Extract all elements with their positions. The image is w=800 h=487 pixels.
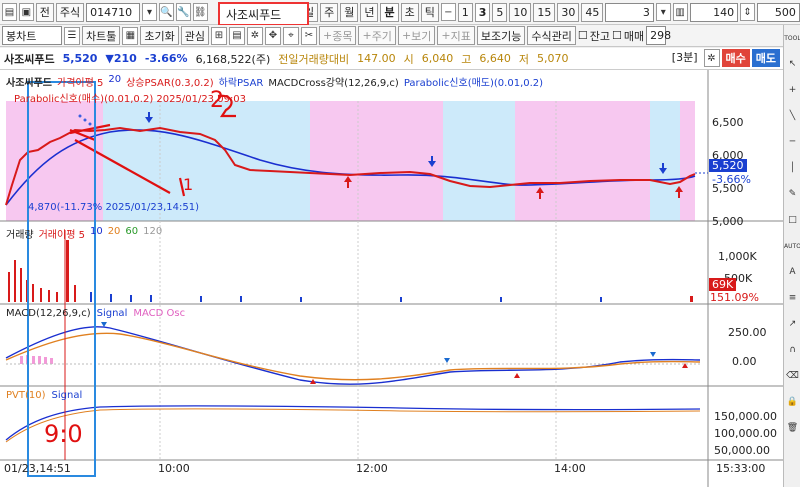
trash-icon[interactable]: 🗑 xyxy=(784,415,800,441)
list-icon[interactable]: ☰ xyxy=(64,26,80,45)
market-tab-stock[interactable]: 주식 xyxy=(55,2,85,22)
second-toolbar: 봉차트 ☰ 차트툴 ▦ 초기화 관심 ⊞ ▤ ✲ ✥ ⌖ ✂ + 종목 + 주기 +… xyxy=(0,25,800,47)
market-tab-jeon[interactable]: 전 xyxy=(35,2,54,22)
current-price: 5,520 xyxy=(62,52,98,65)
price-change: ▼210 xyxy=(105,52,137,65)
stepper-icon[interactable]: ⇕ xyxy=(740,3,755,21)
grid-icon[interactable]: ▦ xyxy=(122,26,139,45)
buy-button[interactable]: 매수 xyxy=(721,49,750,67)
lock-icon[interactable]: 🔒 xyxy=(784,389,800,415)
auto-icon[interactable]: AUTO xyxy=(784,233,800,259)
interval-45[interactable]: 45 xyxy=(581,2,604,22)
janko-checkbox[interactable]: ☐ 잔고 xyxy=(578,28,610,44)
stock-name: 사조씨푸드 xyxy=(4,52,55,66)
tool-icon[interactable]: TOOL xyxy=(784,25,800,51)
top-toolbar: ▤ ▣ 전 주식 014710 ▾ 🔍 🔧 ⛓ 일 주 월 년 분 초 틱 − … xyxy=(0,0,800,25)
formula-button[interactable]: 수식관리 xyxy=(527,26,576,45)
volume: 6,168,522(주) xyxy=(195,52,271,66)
search-icon[interactable]: 🔍 xyxy=(159,3,174,21)
period-second[interactable]: 초 xyxy=(400,2,419,22)
indicator-button[interactable]: + 지표 xyxy=(437,26,475,45)
dropdown-icon[interactable]: ▾ xyxy=(142,3,157,21)
prev-volume: 147.00 xyxy=(357,52,396,65)
aux-function-button[interactable]: 보조기능 xyxy=(476,26,526,45)
chevron-down-icon[interactable]: ▾ xyxy=(655,3,671,21)
cross-icon[interactable]: + xyxy=(784,77,800,103)
hline-icon[interactable]: ─ xyxy=(784,129,800,155)
interval-30[interactable]: 30 xyxy=(557,2,580,22)
zoom-input[interactable]: 500 xyxy=(756,2,800,22)
pen-icon[interactable]: ✎ xyxy=(784,181,800,207)
period-year[interactable]: 년 xyxy=(360,2,379,22)
arrow-icon[interactable]: ↗ xyxy=(784,311,800,337)
move-icon[interactable]: ✥ xyxy=(265,26,281,45)
chart-type-icon[interactable]: ▥ xyxy=(672,3,688,21)
high-label: 고 xyxy=(461,52,472,66)
interval-5[interactable]: 5 xyxy=(492,2,508,22)
settings-icon[interactable]: ✲ xyxy=(247,26,263,45)
gear-icon[interactable]: ✲ xyxy=(703,49,720,67)
scissors-icon[interactable]: ✂ xyxy=(301,26,317,45)
eraser-icon[interactable]: ⌫ xyxy=(784,363,800,389)
chart-area[interactable] xyxy=(0,70,783,487)
right-toolbar: TOOL ↖ + ╲ ─ │ ✎ □ AUTO A ≡ ↗ ∩ ⌫ 🔒 🗑 xyxy=(783,25,800,487)
low-label: 저 xyxy=(518,52,529,66)
watch-button[interactable]: 관심 xyxy=(180,26,209,45)
period-month[interactable]: 월 xyxy=(340,2,359,22)
price-change-pct: -3.66% xyxy=(144,52,188,65)
stock-name-field[interactable]: 사조씨푸드 xyxy=(218,2,309,26)
pin-icon[interactable]: ⌖ xyxy=(283,26,299,45)
low-price: 5,070 xyxy=(536,52,569,65)
period-week[interactable]: 주 xyxy=(320,2,339,22)
interval-3[interactable]: 3 xyxy=(474,2,491,22)
fib-icon[interactable]: ≡ xyxy=(784,285,800,311)
cycle-button[interactable]: + 주기 xyxy=(358,26,396,45)
interval-label: [3분] xyxy=(671,51,698,64)
minus-icon[interactable]: − xyxy=(440,3,456,21)
chart-type-select[interactable]: 봉차트 xyxy=(2,26,62,45)
layout-icon[interactable]: ▤ xyxy=(229,26,245,45)
interval-15[interactable]: 15 xyxy=(533,2,556,22)
open-label: 시 xyxy=(403,52,414,66)
stock-code-input[interactable]: 014710 xyxy=(86,2,141,22)
link-icon[interactable]: ⛓ xyxy=(192,3,208,21)
period-minute[interactable]: 분 xyxy=(380,2,399,22)
high-price: 6,640 xyxy=(479,52,511,65)
wrench-icon[interactable]: 🔧 xyxy=(175,3,191,21)
table-icon[interactable]: ⊞ xyxy=(211,26,227,45)
cursor-icon[interactable]: ↖ xyxy=(784,51,800,77)
window-icon[interactable]: ▤ xyxy=(2,3,17,21)
interval-10[interactable]: 10 xyxy=(509,2,532,22)
open-price: 6,040 xyxy=(421,52,454,65)
prev-volume-label: 전일거래량대비 xyxy=(278,52,350,66)
chart-tool-button[interactable]: 차트툴 xyxy=(82,26,121,45)
maemae-checkbox[interactable]: ☐ 매매 xyxy=(612,28,644,44)
items-button[interactable]: + 종목 xyxy=(319,26,357,45)
rect-icon[interactable]: □ xyxy=(784,207,800,233)
magnet-icon[interactable]: ∩ xyxy=(784,337,800,363)
save-icon[interactable]: ▣ xyxy=(18,3,34,21)
right-number: 298 xyxy=(646,26,671,45)
interval-1[interactable]: 1 xyxy=(457,2,473,22)
period-tick[interactable]: 틱 xyxy=(420,2,439,22)
sell-button[interactable]: 매도 xyxy=(751,49,780,67)
count-input[interactable]: 140 xyxy=(689,2,739,22)
line-icon[interactable]: ╲ xyxy=(784,103,800,129)
view-button[interactable]: + 보기 xyxy=(397,26,436,45)
quote-info-bar: 사조씨푸드 5,520 ▼210 -3.66% 6,168,522(주) 전일거… xyxy=(0,48,800,70)
interval-select[interactable]: 3 xyxy=(605,2,654,22)
text-icon[interactable]: A xyxy=(784,259,800,285)
reset-button[interactable]: 초기화 xyxy=(140,26,179,45)
vline-icon[interactable]: │ xyxy=(784,155,800,181)
